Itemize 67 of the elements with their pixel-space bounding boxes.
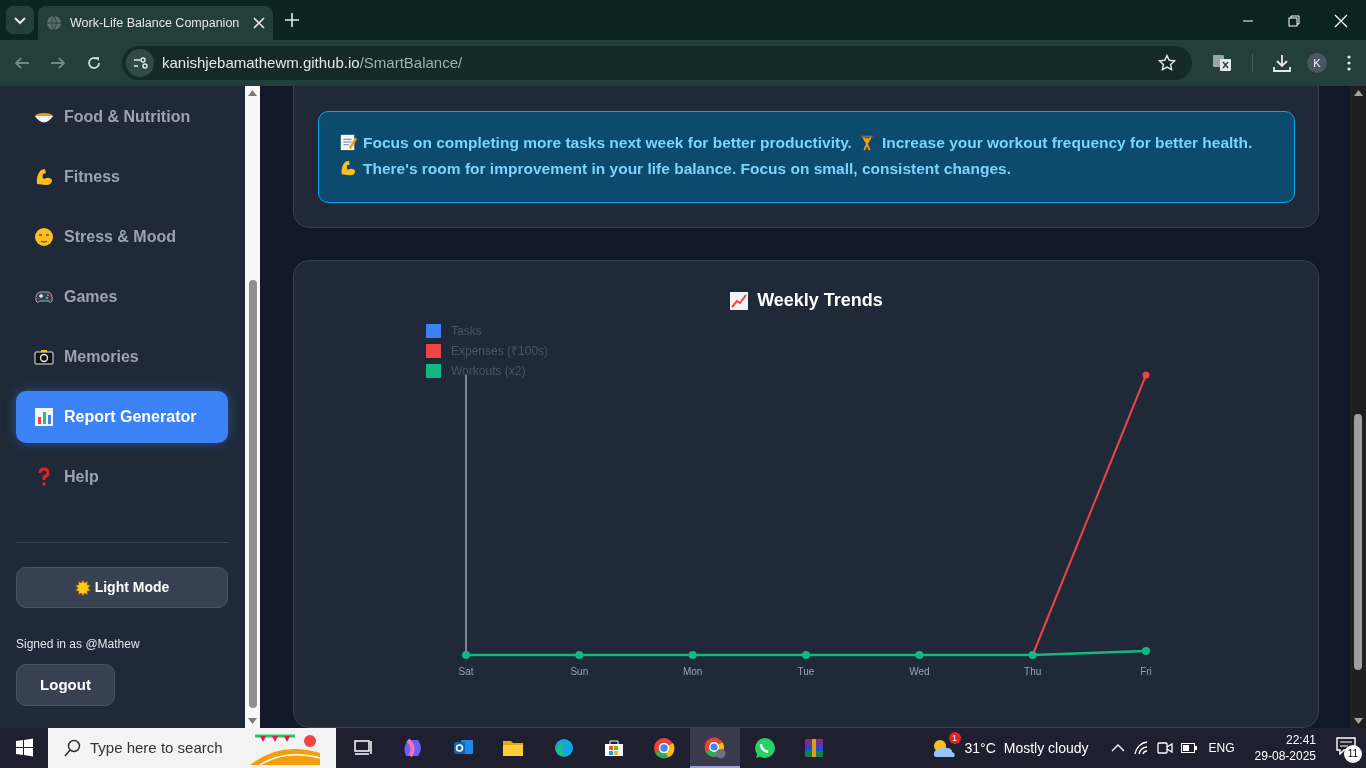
memo-icon xyxy=(339,133,357,151)
notification-badge: 1 xyxy=(948,732,961,744)
translate-icon[interactable] xyxy=(1212,53,1232,73)
line-chart-icon xyxy=(729,290,750,311)
camera-in-use-icon[interactable] xyxy=(1156,741,1173,755)
camera-icon xyxy=(34,347,54,367)
restore-icon[interactable] xyxy=(1288,15,1300,27)
weather-text: Mostly cloudy xyxy=(1003,738,1089,758)
signed-in-text: Signed in as @Mathew xyxy=(16,636,141,653)
face-icon xyxy=(34,227,54,247)
axis-label: Tue xyxy=(797,666,815,677)
wifi-icon[interactable] xyxy=(1132,741,1149,755)
bar-chart-icon xyxy=(34,407,54,427)
tab-title: Work-Life Balance Companion xyxy=(70,14,241,32)
scrollbar-thumb[interactable] xyxy=(248,280,257,708)
axis-label: Wed xyxy=(909,666,930,677)
sidebar-item[interactable]: Help xyxy=(16,451,228,503)
insight-text: Increase your workout frequency for better health. xyxy=(881,134,1253,151)
flexed-arm-icon xyxy=(34,167,54,187)
logout-button[interactable]: Logout xyxy=(16,664,115,706)
reload-icon[interactable] xyxy=(86,55,102,71)
weightlifter-icon xyxy=(857,133,876,151)
sidebar-item[interactable]: Food & Nutrition xyxy=(16,91,228,143)
scroll-up-arrow[interactable] xyxy=(248,90,257,96)
axis-label: Fri xyxy=(1140,666,1152,677)
download-icon[interactable] xyxy=(1273,54,1291,72)
insight-text: Focus on completing more tasks next week for better productivity. xyxy=(363,134,852,151)
clock-date[interactable]: 29-08-2025 xyxy=(1254,748,1316,764)
profile-avatar[interactable]: K xyxy=(1307,53,1327,73)
axis-label: Sat xyxy=(458,666,474,677)
sidebar-item[interactable]: Stress & Mood xyxy=(16,211,228,263)
language-indicator[interactable]: ENG xyxy=(1208,739,1235,757)
axis-label: Sun xyxy=(570,666,589,677)
temperature-text: 31°C xyxy=(964,738,996,758)
clock-time[interactable]: 22:41 xyxy=(1285,732,1316,748)
insight-text: There's room for improvement in your life balance. Focus on small, consistent changes. xyxy=(363,160,1011,177)
battery-icon[interactable] xyxy=(1180,743,1197,753)
axis-label: Thu xyxy=(1024,666,1042,677)
notifications-icon[interactable] xyxy=(1336,737,1356,755)
sun-icon xyxy=(74,579,91,596)
search-icon xyxy=(64,739,82,757)
flexed-arm-icon xyxy=(339,159,357,177)
forward-icon[interactable] xyxy=(50,55,66,71)
chart-title: Weekly Trends xyxy=(757,289,883,312)
back-icon[interactable] xyxy=(14,55,30,71)
browser-tab[interactable]: Work-Life Balance Companion xyxy=(38,6,273,40)
new-tab-icon[interactable] xyxy=(285,13,299,27)
scroll-down-arrow[interactable] xyxy=(248,718,257,724)
sidebar-item[interactable]: Memories xyxy=(16,331,228,383)
close-icon[interactable] xyxy=(253,17,265,29)
tab-menu-button[interactable] xyxy=(6,6,34,34)
globe-icon xyxy=(46,15,62,31)
sidebar-item[interactable]: Games xyxy=(16,271,228,323)
sidebar-item[interactable]: Report Generator xyxy=(16,391,228,443)
more-menu-icon[interactable] xyxy=(1347,55,1351,71)
theme-toggle-button[interactable]: Light Mode xyxy=(16,567,228,608)
site-info-icon[interactable] xyxy=(126,49,154,77)
scroll-up-arrow[interactable] xyxy=(1353,90,1363,96)
show-hidden-icons-icon[interactable] xyxy=(1110,743,1125,753)
sidebar-item[interactable]: Fitness xyxy=(16,151,228,203)
notification-count: 11 xyxy=(1344,745,1362,763)
axis-label: Mon xyxy=(682,666,703,677)
scroll-down-arrow[interactable] xyxy=(1353,718,1363,724)
star-icon[interactable] xyxy=(1158,54,1176,72)
scrollbar-thumb[interactable] xyxy=(1354,414,1362,670)
taskbar-search-field[interactable]: Type here to search xyxy=(48,728,336,768)
chrome-profile-icon[interactable] xyxy=(690,728,740,768)
